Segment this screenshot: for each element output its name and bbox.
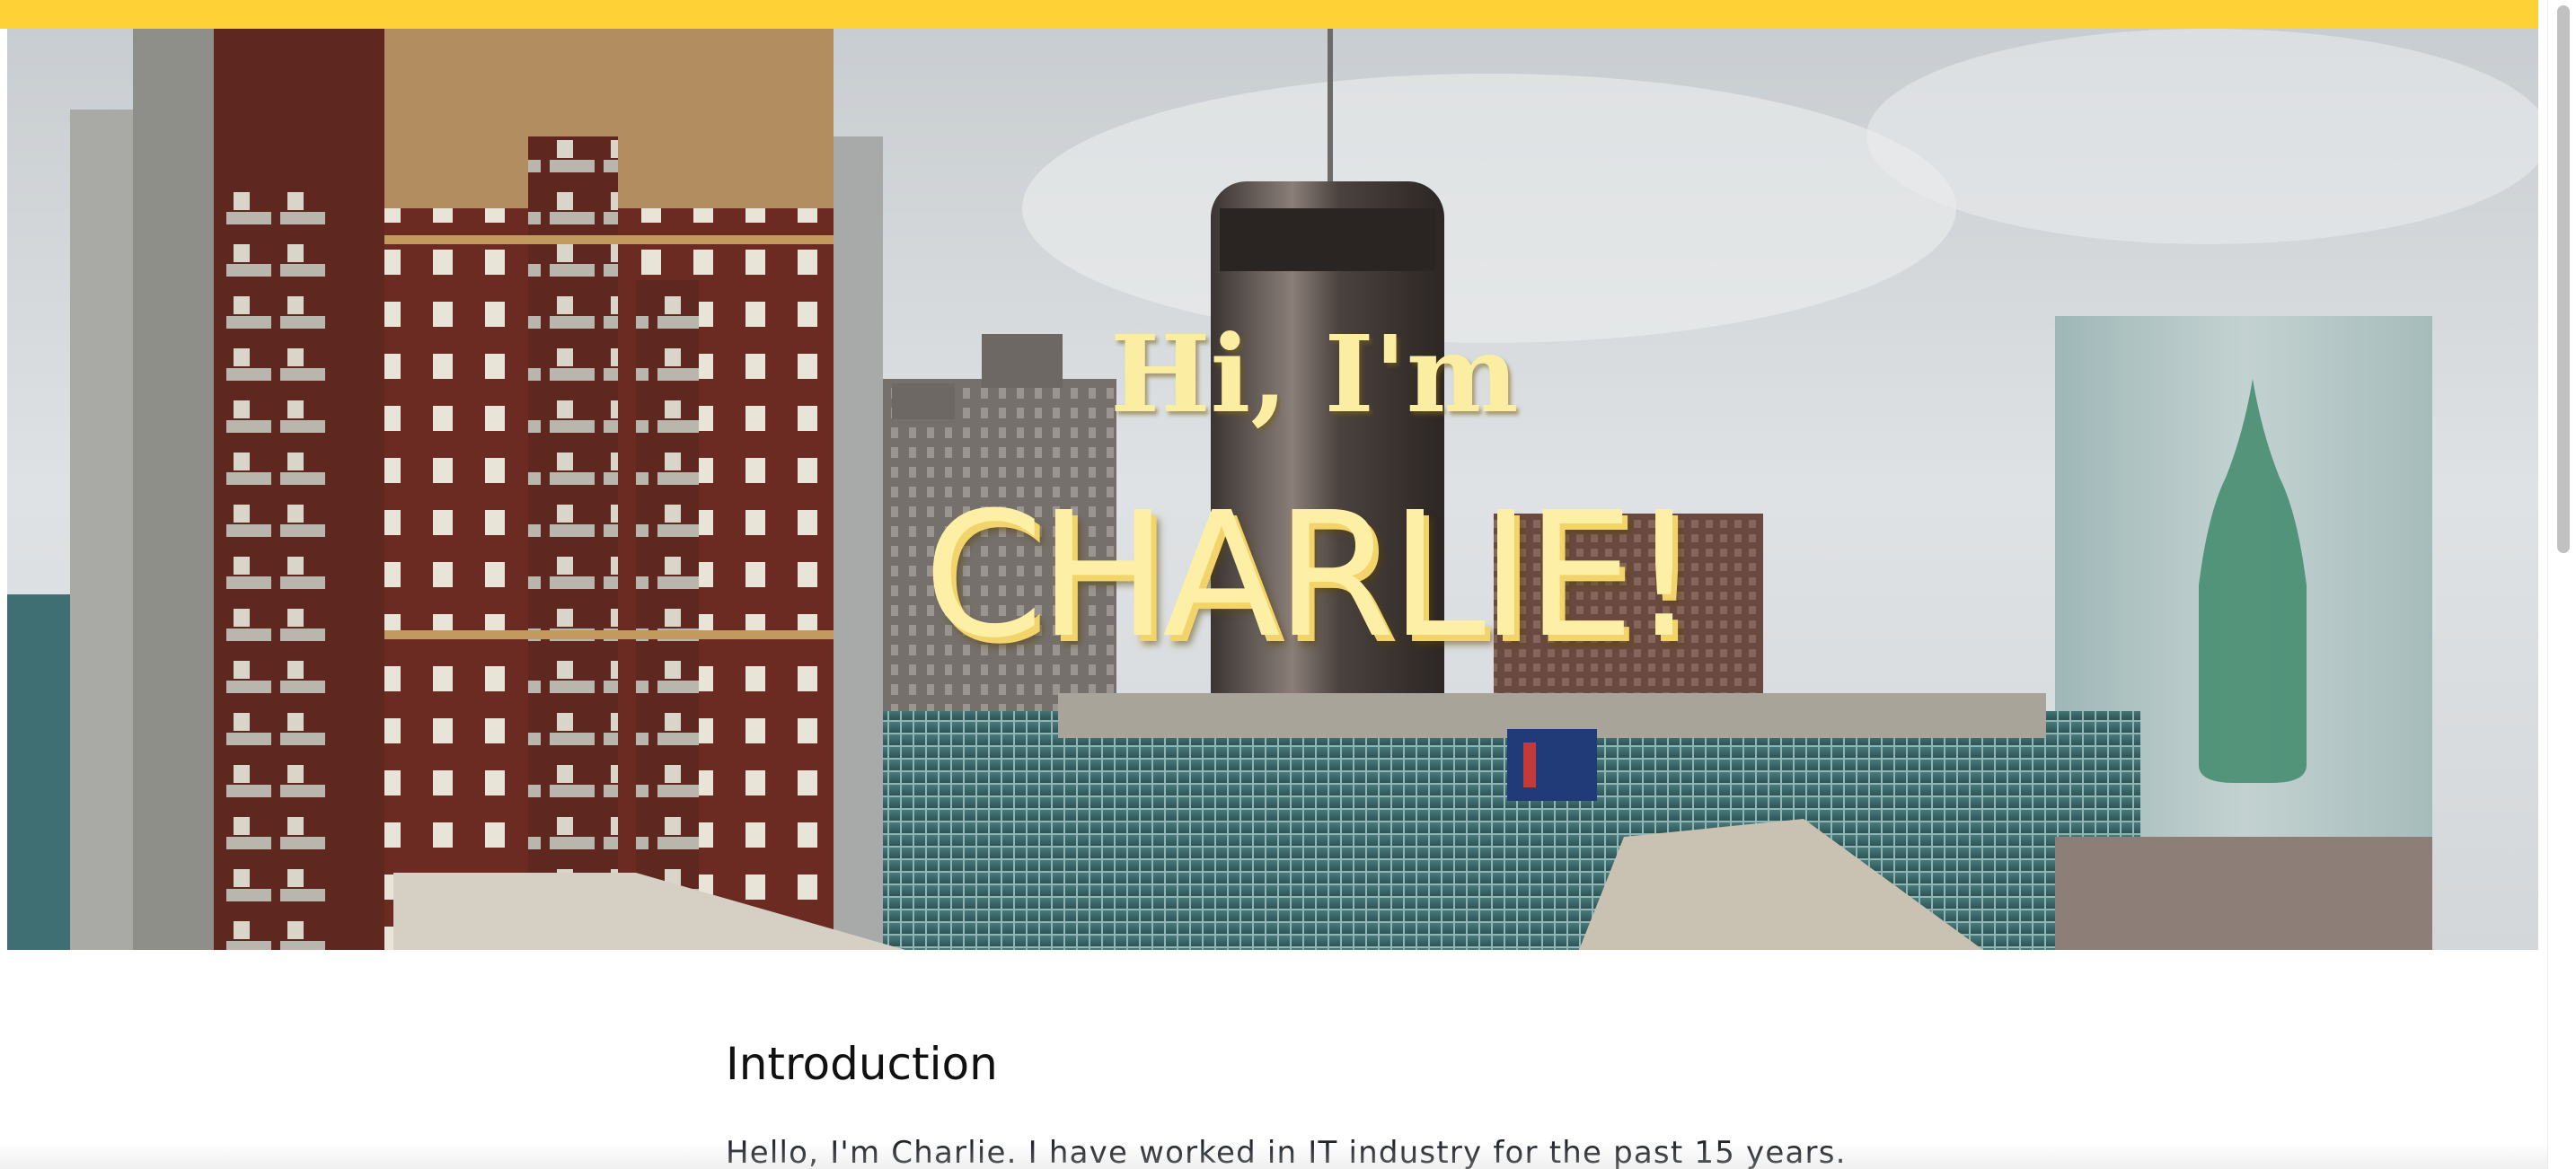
section-title: Introduction xyxy=(726,1038,998,1090)
hero-heading: Hi, I'm CHARLIE! xyxy=(7,29,2538,950)
page: Hi, I'm CHARLIE! Introduction Hello, I'm… xyxy=(0,0,2576,1169)
hero-section: Hi, I'm CHARLIE! xyxy=(7,29,2538,950)
hero-name: CHARLIE! xyxy=(923,476,1698,676)
scrollbar-track[interactable] xyxy=(2547,0,2576,1169)
scrollbar-thumb[interactable] xyxy=(2557,5,2570,553)
top-accent-bar xyxy=(0,0,2538,29)
bottom-fade xyxy=(0,1142,2547,1169)
hero-greeting: Hi, I'm xyxy=(1110,312,1519,436)
